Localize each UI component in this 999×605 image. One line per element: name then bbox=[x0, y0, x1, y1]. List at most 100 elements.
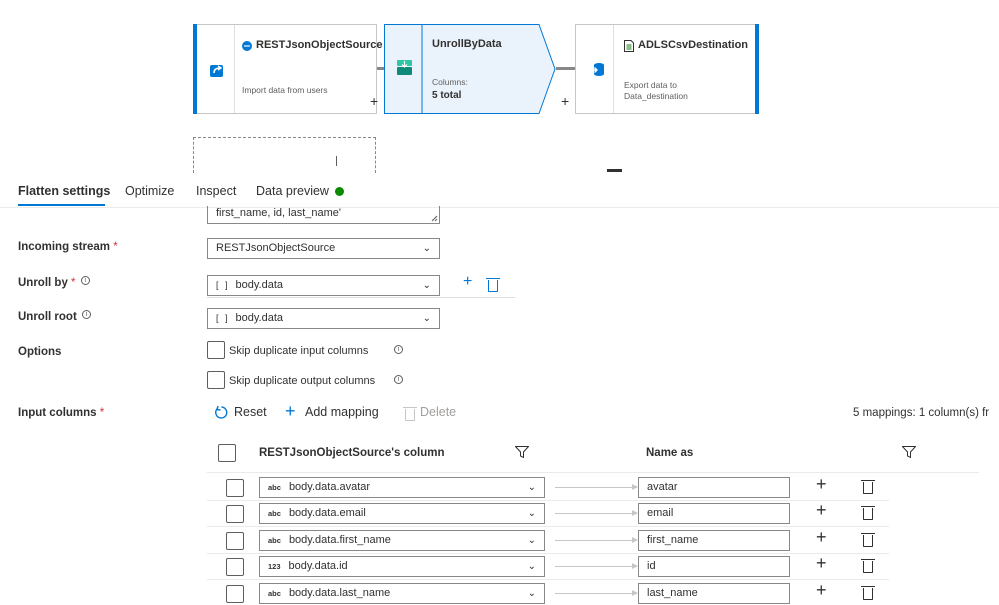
data-preview-status-dot bbox=[335, 187, 344, 196]
array-type-icon: [ ] bbox=[216, 313, 230, 323]
info-icon[interactable]: i bbox=[394, 375, 403, 384]
source-column-select[interactable]: abc body.data.avatar ⌄ bbox=[259, 477, 545, 498]
filter-icon[interactable] bbox=[515, 446, 529, 458]
source-column-select[interactable]: abc body.data.last_name ⌄ bbox=[259, 583, 545, 604]
delete-row-icon[interactable] bbox=[861, 533, 875, 547]
add-row-icon[interactable]: + bbox=[816, 500, 827, 521]
node-rest-source[interactable]: RESTJsonObjectSource Import data from us… bbox=[193, 24, 383, 114]
source-icon bbox=[210, 65, 223, 77]
add-row-icon[interactable]: + bbox=[816, 580, 827, 601]
reset-button[interactable]: Reset bbox=[234, 405, 267, 419]
skip-duplicate-output-checkbox[interactable] bbox=[207, 371, 225, 389]
node-unroll[interactable]: UnrollByData Columns: 5 total bbox=[384, 24, 556, 114]
delete-row-icon[interactable] bbox=[861, 586, 875, 600]
node-icon-column bbox=[576, 25, 614, 113]
table-row: abc body.data.email ⌄ email + bbox=[207, 500, 889, 527]
chevron-down-icon: ⌄ bbox=[422, 243, 431, 254]
name-as-input[interactable]: email bbox=[638, 503, 790, 524]
node-title: RESTJsonObjectSource bbox=[256, 39, 383, 51]
node-title: ADLSCsvDestination bbox=[638, 39, 749, 51]
name-as-input[interactable]: avatar bbox=[638, 477, 790, 498]
reset-icon[interactable] bbox=[214, 405, 229, 420]
required-marker: * bbox=[99, 407, 105, 419]
tab-data-preview[interactable]: Data preview bbox=[256, 184, 329, 198]
add-unroll-icon[interactable]: + bbox=[463, 273, 472, 291]
select-all-checkbox[interactable] bbox=[218, 444, 236, 462]
delete-button[interactable]: Delete bbox=[420, 405, 456, 419]
chevron-down-icon: ⌄ bbox=[527, 508, 536, 519]
flatten-icon bbox=[397, 60, 412, 75]
row-checkbox[interactable] bbox=[226, 558, 244, 576]
csv-file-icon bbox=[624, 40, 634, 52]
name-as-input[interactable]: id bbox=[638, 556, 790, 577]
mapping-arrow bbox=[555, 510, 638, 516]
node-adls-destination[interactable]: ADLSCsvDestination Export data to Data_d… bbox=[575, 24, 759, 114]
active-tab-indicator bbox=[18, 204, 105, 206]
filter-icon[interactable] bbox=[902, 446, 916, 458]
ghost-cursor bbox=[336, 156, 337, 166]
node-description: Import data from users bbox=[242, 85, 328, 95]
source-column-select[interactable]: abc body.data.first_name ⌄ bbox=[259, 530, 545, 551]
node-columns-label: Columns: bbox=[432, 77, 468, 87]
chevron-down-icon: ⌄ bbox=[527, 561, 536, 572]
incoming-stream-select[interactable]: RESTJsonObjectSource ⌄ bbox=[207, 238, 440, 259]
mapping-arrow bbox=[555, 537, 638, 543]
chevron-down-icon: ⌄ bbox=[527, 482, 536, 493]
source-column-select[interactable]: abc body.data.email ⌄ bbox=[259, 503, 545, 524]
ghost-node-placeholder bbox=[193, 137, 376, 173]
unroll-root-select[interactable]: [ ] body.data ⌄ bbox=[207, 308, 440, 329]
add-row-icon[interactable]: + bbox=[816, 474, 827, 495]
string-type-icon: abc bbox=[268, 483, 281, 492]
string-type-icon: abc bbox=[268, 589, 281, 598]
tab-optimize[interactable]: Optimize bbox=[125, 184, 174, 198]
dataflow-canvas[interactable]: RESTJsonObjectSource Import data from us… bbox=[0, 0, 999, 173]
delete-row-icon[interactable] bbox=[861, 480, 875, 494]
row-checkbox[interactable] bbox=[226, 532, 244, 550]
skip-duplicate-input-checkbox[interactable] bbox=[207, 341, 225, 359]
delete-unroll-icon[interactable] bbox=[486, 278, 500, 292]
node-title: UnrollByData bbox=[432, 38, 502, 50]
node-description-line1: Export data to bbox=[624, 80, 677, 90]
expression-textarea[interactable]: first_name, id, last_name' bbox=[207, 206, 440, 224]
info-icon[interactable]: i bbox=[81, 310, 91, 319]
row-checkbox[interactable] bbox=[226, 479, 244, 497]
info-icon[interactable]: i bbox=[394, 345, 403, 354]
resize-grip-icon bbox=[431, 215, 438, 222]
add-transform-plus[interactable]: + bbox=[561, 93, 569, 109]
name-as-input[interactable]: last_name bbox=[638, 583, 790, 604]
string-type-icon: abc bbox=[268, 509, 281, 518]
chevron-down-icon: ⌄ bbox=[527, 535, 536, 546]
add-row-icon[interactable]: + bbox=[816, 527, 827, 548]
unroll-row-divider bbox=[207, 297, 515, 298]
table-header-divider bbox=[207, 472, 979, 473]
skip-duplicate-input-label: Skip duplicate input columns bbox=[229, 345, 369, 357]
node-accent-bar bbox=[755, 24, 759, 114]
row-checkbox[interactable] bbox=[226, 505, 244, 523]
rest-icon bbox=[242, 41, 252, 51]
row-checkbox[interactable] bbox=[226, 585, 244, 603]
add-mapping-button[interactable]: Add mapping bbox=[305, 405, 379, 419]
tab-flatten-settings[interactable]: Flatten settings bbox=[18, 184, 110, 198]
input-columns-label: Input columns * bbox=[18, 407, 105, 419]
options-label: Options bbox=[18, 346, 62, 358]
delete-icon bbox=[403, 407, 417, 421]
required-marker: * bbox=[113, 241, 118, 253]
add-row-icon[interactable]: + bbox=[816, 553, 827, 574]
source-column-select[interactable]: 123 body.data.id ⌄ bbox=[259, 556, 545, 577]
add-transform-plus[interactable]: + bbox=[370, 93, 378, 109]
column-header-source: RESTJsonObjectSource's column bbox=[259, 447, 445, 459]
delete-row-icon[interactable] bbox=[861, 506, 875, 520]
tab-inspect[interactable]: Inspect bbox=[196, 184, 236, 198]
table-row: abc body.data.last_name ⌄ last_name + bbox=[207, 580, 889, 605]
table-row: abc body.data.avatar ⌄ avatar + bbox=[207, 474, 889, 501]
name-as-input[interactable]: first_name bbox=[638, 530, 790, 551]
info-icon[interactable]: i bbox=[80, 276, 90, 285]
node-description-line2: Data_destination bbox=[624, 91, 688, 101]
column-header-name-as: Name as bbox=[646, 447, 694, 459]
delete-row-icon[interactable] bbox=[861, 559, 875, 573]
unroll-by-select[interactable]: [ ] body.data ⌄ bbox=[207, 275, 440, 296]
add-mapping-icon[interactable]: + bbox=[285, 401, 296, 422]
mapping-arrow bbox=[555, 484, 638, 490]
table-row: abc body.data.first_name ⌄ first_name + bbox=[207, 527, 889, 554]
chevron-down-icon: ⌄ bbox=[422, 280, 431, 291]
